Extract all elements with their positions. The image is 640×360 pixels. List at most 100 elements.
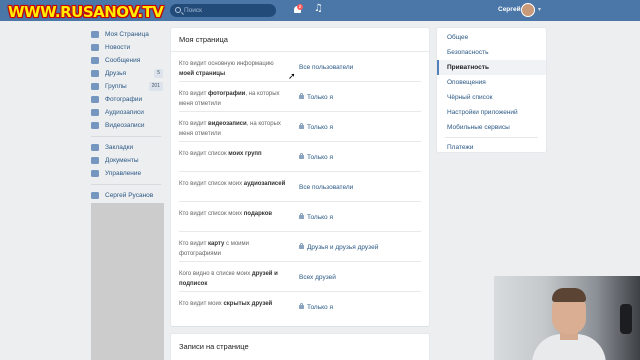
divider — [445, 137, 538, 138]
search-placeholder: Поиск — [184, 7, 203, 14]
sidebar-item-news[interactable]: Новости — [91, 41, 163, 54]
privacy-value-text: Только я — [307, 304, 333, 311]
label-emphasis: моих групп — [228, 151, 262, 157]
sidebar-item-label: Фотографии — [105, 96, 143, 103]
label-text: Кто видит список моих — [179, 211, 244, 217]
privacy-setting-row: Кого видно в списке моих друзей и подпис… — [179, 262, 421, 292]
privacy-setting-row: Кто видит карту с моими фотографиями Друз… — [179, 232, 421, 262]
privacy-setting-row: Кто видит видеозаписи, на которых меня о… — [179, 112, 421, 142]
settings-menu-item[interactable]: Общее — [437, 30, 546, 45]
setting-label: Кто видит основную информацию моей стран… — [179, 60, 289, 79]
label-emphasis: фотографии — [208, 91, 246, 97]
settings-menu-item[interactable]: Платежи — [437, 140, 546, 155]
sidebar-item-manage[interactable]: Управление — [91, 167, 163, 180]
sidebar-item-document[interactable]: Документы — [91, 154, 163, 167]
privacy-value-dropdown[interactable]: Все пользователи — [299, 184, 353, 191]
lock-icon — [299, 93, 304, 99]
privacy-value-text: Только я — [307, 154, 333, 161]
count-badge: 201 — [148, 82, 163, 91]
house-icon — [91, 31, 99, 38]
label-text: Кто видит — [179, 241, 208, 247]
label-emphasis: моей страницы — [179, 70, 226, 77]
privacy-value-dropdown[interactable]: Друзья и друзья друзей — [299, 243, 378, 251]
label-text: Кто видит список — [179, 151, 229, 157]
count-badge: 5 — [154, 69, 163, 78]
settings-menu-item[interactable]: Безопасность — [437, 45, 546, 60]
sidebar-item-label: Друзья — [105, 70, 127, 77]
privacy-value-text: Всех друзей — [299, 274, 336, 281]
sidebar-item-label: Сообщения — [105, 57, 141, 64]
label-text: Кого видно в списке моих — [179, 271, 252, 277]
sidebar-item-groups[interactable]: Группы 201 — [91, 80, 163, 93]
settings-menu-item[interactable]: Настройки приложений — [437, 105, 546, 120]
search-icon — [175, 7, 181, 13]
sidebar-item-label: Закладки — [105, 144, 134, 151]
label-text: Кто видит основную информацию — [179, 61, 274, 67]
privacy-value-dropdown[interactable]: Только я — [299, 93, 333, 101]
label-emphasis: аудиозаписей — [243, 181, 286, 187]
settings-menu-item[interactable]: Чёрный список — [437, 90, 546, 105]
privacy-value-dropdown[interactable]: Только я — [299, 213, 333, 221]
music-icon[interactable]: ♫ — [314, 3, 323, 14]
left-sidebar: Моя Страница Новости Сообщения Друзья 5 Групп… — [91, 28, 163, 202]
settings-menu-item[interactable]: Приватность — [437, 60, 546, 75]
friends-icon — [91, 70, 99, 77]
label-emphasis: карту — [208, 241, 225, 247]
privacy-rows: Кто видит основную информацию моей стран… — [171, 52, 429, 322]
sidebar-item-message[interactable]: Сообщения — [91, 54, 163, 67]
search-input[interactable]: Поиск — [170, 4, 276, 17]
video-icon — [91, 122, 99, 129]
label-emphasis: скрытых друзей — [223, 301, 273, 307]
privacy-setting-row: Кто видит основную информацию моей стран… — [179, 52, 421, 82]
privacy-value-text: Только я — [307, 94, 333, 101]
privacy-value-text: Только я — [307, 214, 333, 221]
setting-label: Кто видит список моих подарков — [179, 210, 289, 220]
manage-icon — [91, 170, 99, 177]
sidebar-item-label: Моя Страница — [105, 31, 149, 38]
settings-menu-item[interactable]: Мобильные сервисы — [437, 120, 546, 135]
privacy-value-text: Все пользователи — [299, 64, 354, 71]
sidebar-item-music[interactable]: Аудиозаписи — [91, 106, 163, 119]
setting-label: Кто видит видеозаписи, на которых меня о… — [179, 120, 289, 139]
lock-icon — [299, 213, 304, 219]
privacy-settings-card: Моя страница Кто видит основную информац… — [171, 28, 429, 326]
sidebar-item-label: Аудиозаписи — [105, 109, 144, 116]
setting-label: Кто видит список моих групп — [179, 150, 289, 160]
sidebar-item-label: Управление — [105, 170, 142, 177]
label-text: Кто видит — [179, 121, 208, 127]
settings-menu: Общее Безопасность Приватность Оповещения Чё… — [437, 28, 546, 152]
lock-icon — [299, 243, 304, 249]
music-icon — [91, 109, 99, 116]
notifications-button[interactable]: 2 — [293, 4, 303, 15]
groups-icon — [91, 83, 99, 90]
lock-icon — [299, 123, 304, 129]
privacy-value-dropdown[interactable]: Всех друзей — [299, 274, 336, 281]
privacy-value-dropdown[interactable]: Только я — [299, 153, 333, 161]
divider — [91, 136, 161, 137]
user-name[interactable]: Сергей — [498, 6, 521, 13]
sidebar-item-video[interactable]: Видеозаписи — [91, 119, 163, 132]
label-text: Кто видит моих — [179, 301, 224, 307]
label-emphasis: подарков — [243, 211, 273, 217]
sidebar-item-label: Новости — [105, 44, 131, 51]
sidebar-item-friends[interactable]: Друзья 5 — [91, 67, 163, 80]
label-emphasis: видеозаписи — [208, 121, 247, 127]
setting-label: Кто видит фотографии, на которых меня от… — [179, 90, 289, 109]
sidebar-blank-area — [91, 203, 164, 360]
settings-menu-item[interactable]: Оповещения — [437, 75, 546, 90]
notifications-badge: 2 — [297, 4, 303, 10]
mouse-cursor-icon: ➚ — [288, 72, 296, 82]
setting-label: Кого видно в списке моих друзей и подпис… — [179, 270, 289, 289]
setting-label: Кто видит карту с моими фотографиями — [179, 240, 289, 259]
privacy-value-dropdown[interactable]: Только я — [299, 303, 333, 311]
privacy-value-dropdown[interactable]: Все пользователи — [299, 64, 353, 71]
sidebar-item-people[interactable]: Сергей Русанов — [91, 189, 163, 202]
privacy-value-dropdown[interactable]: Только я — [299, 123, 333, 131]
presenter-hair — [552, 288, 586, 302]
sidebar-item-house[interactable]: Моя Страница — [91, 28, 163, 41]
avatar[interactable] — [521, 3, 535, 17]
sidebar-item-camera[interactable]: Фотографии — [91, 93, 163, 106]
sidebar-item-star[interactable]: Закладки — [91, 141, 163, 154]
chevron-down-icon[interactable]: ▾ — [538, 6, 541, 13]
privacy-value-text: Все пользователи — [299, 184, 354, 191]
